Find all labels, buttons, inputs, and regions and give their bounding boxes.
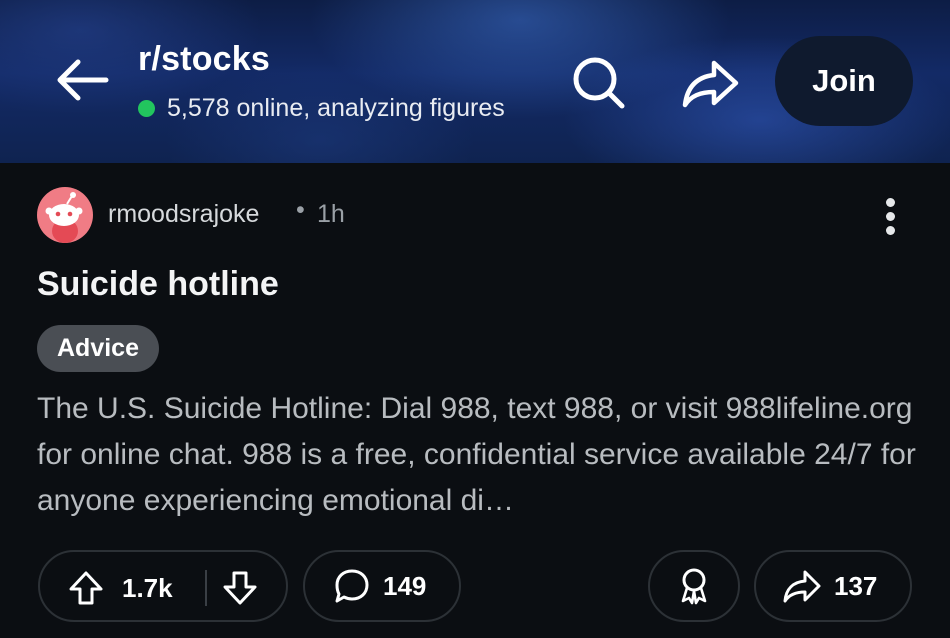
award-icon bbox=[681, 568, 707, 605]
share-icon bbox=[682, 60, 739, 108]
upvote-button[interactable] bbox=[68, 570, 104, 606]
reddit-snoo-icon bbox=[45, 192, 83, 243]
subreddit-name[interactable]: r/stocks bbox=[138, 40, 270, 79]
comment-count: 149 bbox=[383, 570, 427, 601]
online-count-text: 5,578 online, analyzing figures bbox=[167, 94, 505, 122]
comments-button[interactable]: 149 bbox=[303, 550, 461, 622]
share-subreddit-button[interactable] bbox=[680, 55, 740, 111]
downvote-button[interactable] bbox=[222, 570, 258, 606]
post-flair[interactable]: Advice bbox=[37, 325, 159, 372]
more-options-button[interactable] bbox=[876, 195, 904, 239]
more-dot bbox=[885, 198, 895, 207]
online-status: 5,578 online, analyzing figures bbox=[138, 94, 505, 123]
avatar[interactable] bbox=[37, 187, 93, 243]
downvote-icon bbox=[223, 571, 257, 605]
more-dot bbox=[885, 226, 895, 235]
post-title[interactable]: Suicide hotline bbox=[37, 265, 279, 304]
search-button[interactable] bbox=[568, 52, 630, 112]
post-body[interactable]: The U.S. Suicide Hotline: Dial 988, text… bbox=[37, 386, 917, 524]
vote-divider bbox=[205, 570, 207, 606]
back-button[interactable] bbox=[50, 52, 112, 108]
share-count: 137 bbox=[834, 570, 878, 601]
upvote-icon bbox=[69, 571, 103, 605]
comment-icon bbox=[335, 569, 369, 603]
share-post-button[interactable]: 137 bbox=[754, 550, 912, 622]
post-time: 1h bbox=[317, 200, 345, 228]
post-author[interactable]: rmoodsrajoke bbox=[108, 200, 259, 229]
search-icon bbox=[573, 57, 625, 109]
join-button[interactable]: Join bbox=[775, 36, 913, 126]
share-icon bbox=[783, 570, 821, 603]
meta-separator: • bbox=[296, 196, 305, 224]
subreddit-header: r/stocks 5,578 online, analyzing figures… bbox=[0, 0, 950, 163]
upvote-count: 1.7k bbox=[122, 573, 173, 603]
more-dot bbox=[885, 212, 895, 221]
online-dot-icon bbox=[138, 100, 155, 117]
back-arrow-icon bbox=[57, 59, 109, 101]
vote-bar: 1.7k bbox=[38, 550, 288, 622]
award-button[interactable] bbox=[648, 550, 740, 622]
